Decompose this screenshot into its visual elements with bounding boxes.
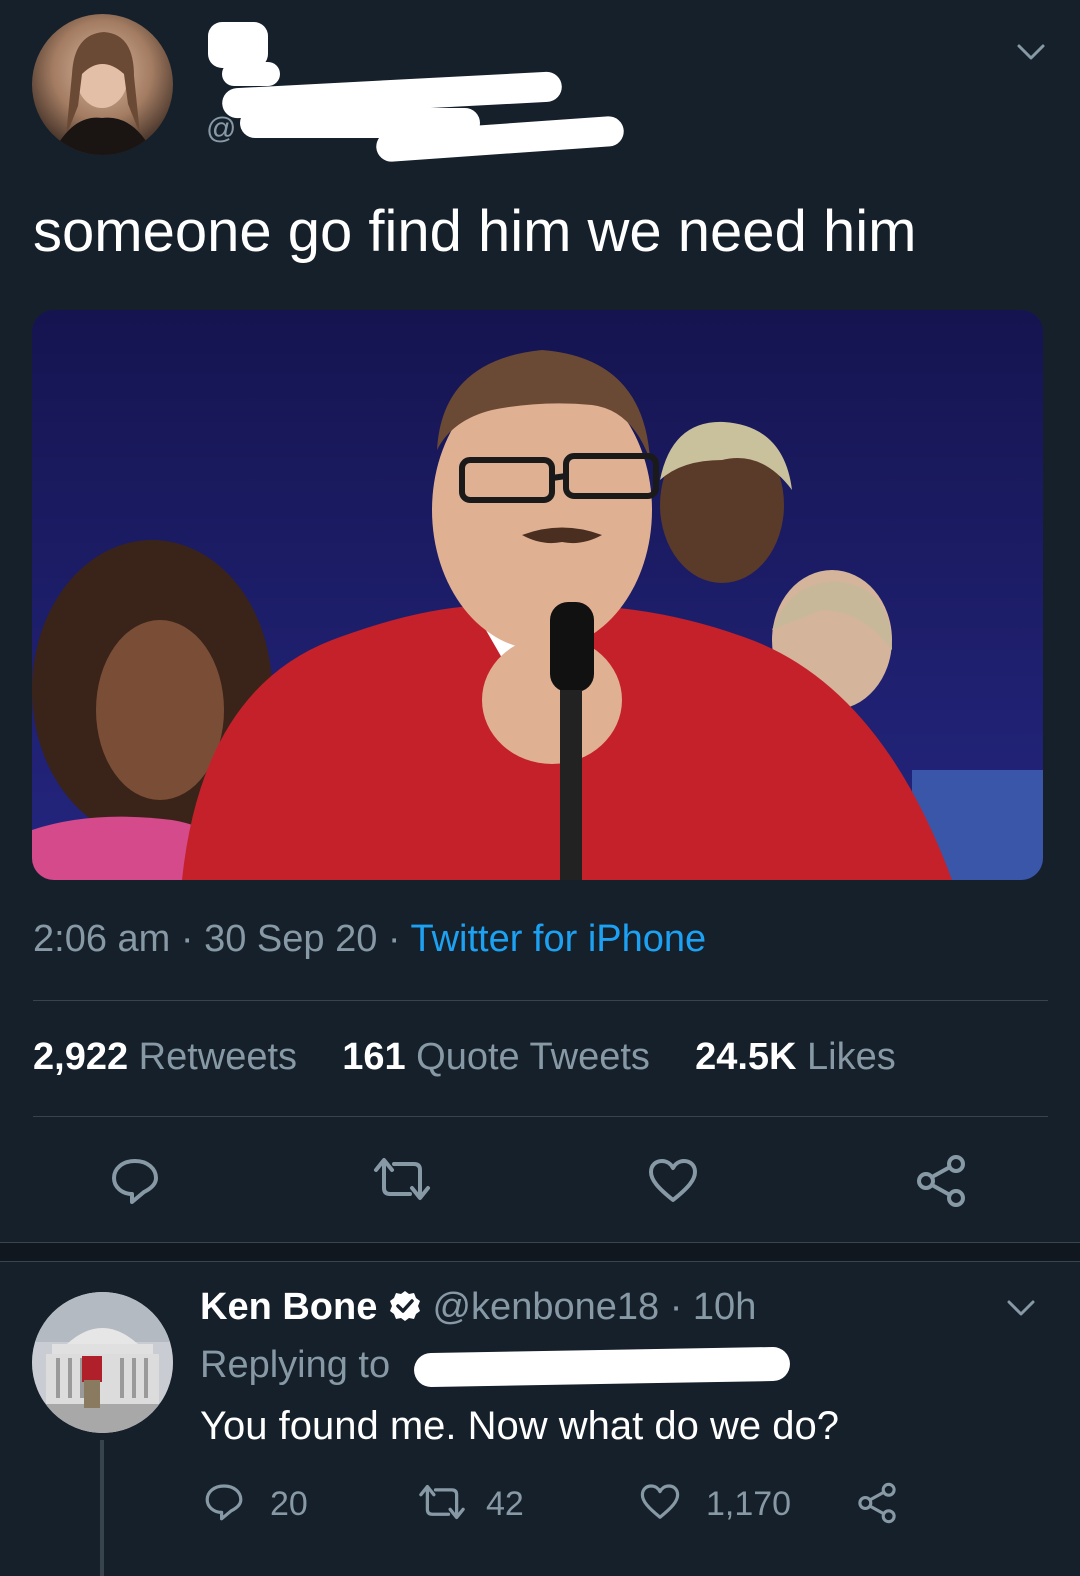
- reply-count: 20: [270, 1484, 308, 1523]
- reply-avatar[interactable]: [32, 1292, 173, 1433]
- chevron-down-icon[interactable]: [1006, 1298, 1036, 1318]
- tweet-source-link[interactable]: Twitter for iPhone: [410, 918, 706, 960]
- avatar-photo: [52, 32, 154, 155]
- tweet-meta: 2:06 am · 30 Sep 20 · Twitter for iPhone: [33, 918, 706, 961]
- avatar-photo: [32, 1292, 173, 1433]
- meta-separator: ·: [669, 1286, 683, 1328]
- replying-to-label: Replying to: [200, 1344, 391, 1386]
- retweet-icon: [416, 1483, 468, 1526]
- tweet-time: 2:06 am: [33, 918, 171, 960]
- meta-separator: ·: [387, 918, 401, 960]
- quotes-count: 161: [342, 1036, 406, 1078]
- photo-man-red-sweater: [32, 310, 1043, 880]
- like-icon: [640, 1483, 680, 1526]
- reply-age: 10h: [692, 1286, 757, 1328]
- divider: [33, 1000, 1048, 1001]
- divider: [33, 1116, 1048, 1117]
- retweets-count: 2,922: [33, 1036, 129, 1078]
- reply-action-reply[interactable]: 20: [204, 1482, 308, 1527]
- reply-action-like[interactable]: 1,170: [640, 1483, 792, 1526]
- like-count: 1,170: [706, 1484, 792, 1523]
- reply-author-handle[interactable]: @kenbone18: [432, 1286, 659, 1328]
- reply-thread-line: [100, 1440, 104, 1576]
- quotes-label: Quote Tweets: [416, 1036, 650, 1078]
- tweet-image[interactable]: [32, 310, 1043, 880]
- share-icon: [856, 1482, 898, 1528]
- retweet-count: 42: [486, 1484, 524, 1523]
- tweet-date: 30 Sep 20: [204, 918, 378, 960]
- likes-stat[interactable]: 24.5K Likes: [695, 1036, 896, 1078]
- like-icon[interactable]: [648, 1158, 698, 1204]
- reply-action-share[interactable]: [856, 1482, 898, 1529]
- share-icon[interactable]: [914, 1154, 968, 1208]
- retweets-stat[interactable]: 2,922 Retweets: [33, 1036, 308, 1078]
- reply-icon: [204, 1482, 244, 1527]
- chevron-down-icon[interactable]: [1016, 42, 1046, 62]
- retweet-icon[interactable]: [370, 1156, 434, 1202]
- author-avatar[interactable]: [32, 14, 173, 155]
- verified-badge-icon: [388, 1289, 422, 1333]
- reply-action-retweet[interactable]: 42: [416, 1484, 524, 1524]
- tweet-stats: 2,922 Retweets 161 Quote Tweets 24.5K Li…: [33, 1036, 896, 1079]
- retweets-label: Retweets: [138, 1036, 298, 1078]
- reply-author-name[interactable]: Ken Bone: [200, 1286, 377, 1328]
- meta-separator: ·: [180, 918, 194, 960]
- reply-icon[interactable]: [110, 1156, 160, 1206]
- tweet-text: someone go find him we need him: [33, 199, 917, 264]
- quotes-stat[interactable]: 161 Quote Tweets: [342, 1036, 660, 1078]
- section-separator: [0, 1242, 1080, 1262]
- reply-text: You found me. Now what do we do?: [200, 1404, 839, 1448]
- likes-count: 24.5K: [695, 1036, 797, 1078]
- reply-header: Ken Bone @kenbone18 · 10h: [200, 1286, 756, 1333]
- redacted-name-2: [222, 62, 280, 86]
- likes-label: Likes: [807, 1036, 896, 1078]
- redacted-replying-to: [413, 1346, 791, 1388]
